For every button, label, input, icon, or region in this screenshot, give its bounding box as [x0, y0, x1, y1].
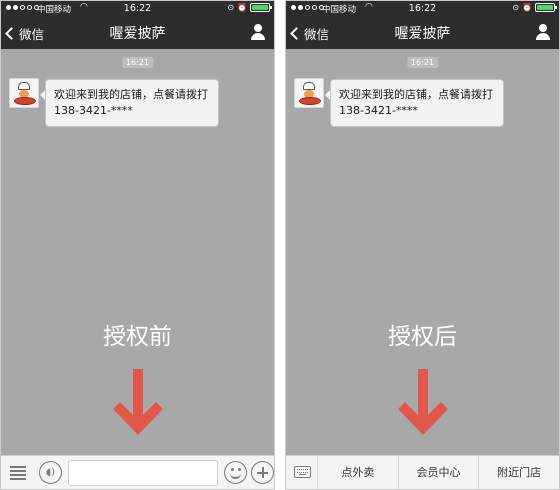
caption-after: 授权后 [388, 324, 457, 350]
input-toolbar: ◖) [1, 455, 274, 489]
menu-tabs: 点外卖 会员中心 附近门店 [318, 456, 559, 489]
message-bubble: 欢迎来到我的店铺，点餐请拨打138-3421-**** [40, 79, 219, 127]
lock-rotation-icon: ⊙ [227, 3, 235, 12]
arrow-down-icon [113, 369, 163, 435]
status-bar: 中国移动 ◠ 16:22 ⊙ ⏰ [1, 1, 274, 17]
message-timestamp: 16:21 [121, 57, 154, 68]
caption-before: 授权前 [103, 324, 172, 350]
person-icon[interactable] [535, 24, 551, 40]
voice-icon[interactable]: ◖) [39, 461, 62, 484]
battery-icon [535, 3, 557, 12]
status-icons: ⊙ ⏰ [227, 3, 272, 12]
keyboard-icon [294, 466, 311, 478]
keyboard-toggle-button[interactable] [286, 456, 318, 489]
plus-icon[interactable] [251, 461, 274, 484]
chat-title: 喔爱披萨 [394, 26, 451, 42]
custom-menu-bar: 点外卖 会员中心 附近门店 [286, 455, 559, 489]
phone-after: 中国移动 ◠ 16:22 ⊙ ⏰ 微信 喔爱披萨 16:21 欢迎来到我的店铺，… [285, 0, 560, 490]
phone-before: 中国移动 ◠ 16:22 ⊙ ⏰ 微信 喔爱披萨 16:21 欢迎来到我的店铺，… [0, 0, 275, 490]
lock-rotation-icon: ⊙ [512, 3, 520, 12]
alarm-icon: ⏰ [522, 3, 532, 12]
avatar[interactable] [294, 78, 324, 108]
message-bubble: 欢迎来到我的店铺，点餐请拨打138-3421-**** [325, 79, 504, 127]
battery-icon [250, 3, 272, 12]
chat-title: 喔爱披萨 [109, 26, 166, 42]
avatar[interactable] [9, 78, 39, 108]
message-input[interactable] [68, 460, 218, 486]
status-icons: ⊙ ⏰ [512, 3, 557, 12]
status-bar: 中国移动 ◠ 16:22 ⊙ ⏰ [286, 1, 559, 17]
nav-bar: 微信 喔爱披萨 [286, 17, 559, 49]
message-timestamp: 16:21 [406, 57, 439, 68]
nav-bar: 微信 喔爱披萨 [1, 17, 274, 49]
alarm-icon: ⏰ [237, 3, 247, 12]
menu-icon[interactable] [10, 466, 26, 480]
menu-item-nearby-stores[interactable]: 附近门店 [479, 456, 559, 489]
menu-item-member-center[interactable]: 会员中心 [399, 456, 480, 489]
menu-item-takeout[interactable]: 点外卖 [318, 456, 399, 489]
arrow-down-icon [398, 369, 448, 435]
person-icon[interactable] [250, 24, 266, 40]
emoji-icon[interactable] [224, 461, 247, 484]
